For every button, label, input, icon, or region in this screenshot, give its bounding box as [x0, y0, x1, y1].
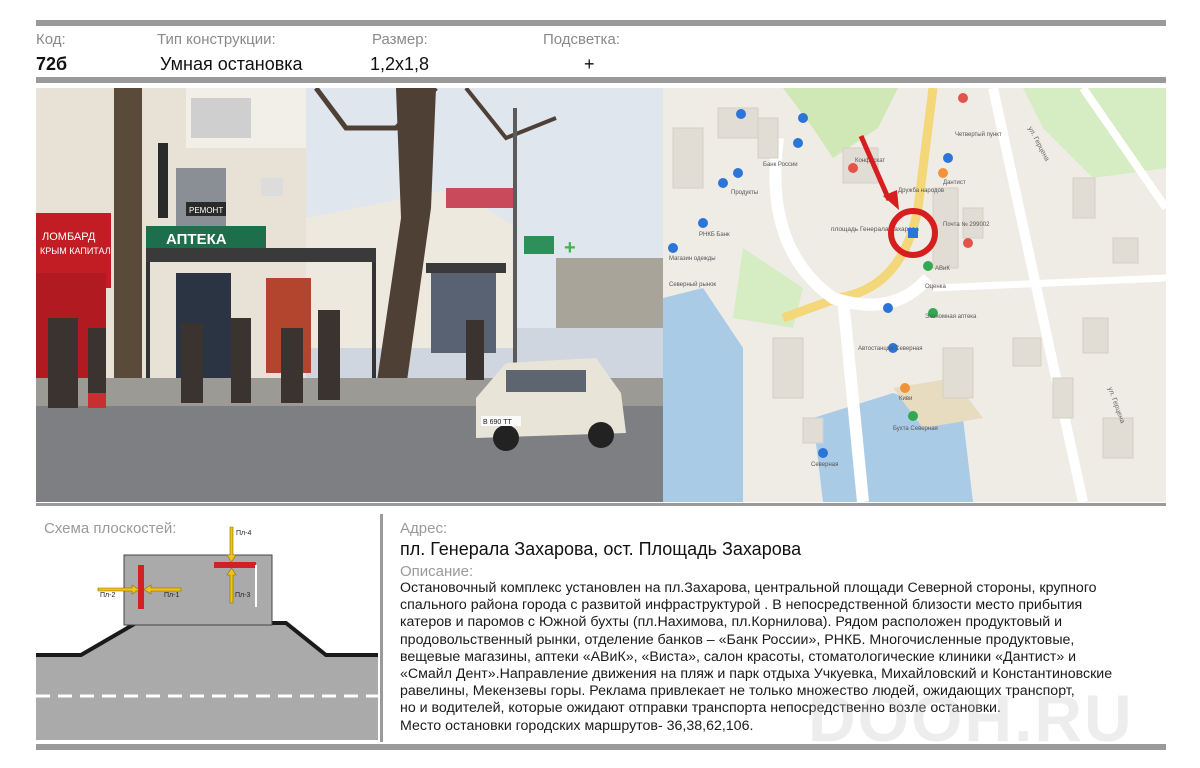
address-label: Адрес: [400, 520, 448, 537]
map-square-label: площадь Генерала Захарова [831, 226, 919, 233]
shop-apteka-text: АПТЕКА [166, 231, 227, 248]
address-value: пл. Генерала Захарова, ост. Площадь Заха… [400, 539, 802, 559]
svg-text:АВиК: АВиК [935, 266, 950, 272]
svg-text:Бухта Северная: Бухта Северная [893, 426, 938, 432]
plane-2-label: Пл-2 [100, 592, 115, 599]
code-label: Код: [36, 31, 66, 48]
svg-text:Киви: Киви [899, 396, 912, 402]
svg-text:Северная: Северная [811, 462, 838, 468]
header-bottom-rule [36, 77, 1166, 83]
size-value: 1,2х1,8 [370, 54, 430, 74]
svg-text:Оценка: Оценка [925, 284, 946, 290]
light-label: Подсветка: [543, 31, 620, 48]
size-label: Размер: [372, 31, 428, 48]
svg-text:РНКБ Банк: РНКБ Банк [699, 232, 730, 238]
plane-4-label: Пл-4 [236, 530, 251, 537]
top-rule [36, 20, 1166, 26]
svg-text:Магазин одежды: Магазин одежды [669, 256, 716, 262]
svg-text:Продукты: Продукты [731, 190, 758, 196]
svg-text:Четвертый пункт: Четвертый пункт [955, 131, 1002, 138]
svg-text:Дружба народов: Дружба народов [898, 188, 944, 194]
type-label: Тип конструкции: [157, 31, 276, 48]
svg-text:Автостанция Северная: Автостанция Северная [858, 346, 922, 352]
svg-text:Банк России: Банк России [763, 162, 798, 168]
vertical-divider [380, 514, 383, 742]
code-value: 72б [36, 54, 68, 74]
bus-stop-photo: ЛОМБАРД КРЫМ КАПИТАЛ АПТЕКА РЕМОНТ + В 6… [36, 88, 663, 502]
svg-text:Северный рынок: Северный рынок [669, 281, 716, 288]
shop-lombard-text: ЛОМБАРД [42, 231, 96, 243]
svg-text:Почта № 299002: Почта № 299002 [943, 221, 990, 228]
plane-3-label: Пл-3 [235, 592, 250, 599]
car-plate: В 690 ТТ [483, 419, 513, 426]
section-rule [36, 503, 1166, 506]
svg-text:+: + [564, 237, 576, 259]
svg-text:Дантист: Дантист [943, 180, 966, 186]
shop-remont-text: РЕМОНТ [189, 206, 223, 215]
description-label: Описание: [400, 563, 474, 580]
svg-text:Экономная аптека: Экономная аптека [925, 314, 977, 320]
description-text: Остановочный комплекс установлен на пл.З… [400, 580, 1113, 734]
location-map[interactable]: площадь Генерала Захарова Конфискат Банк… [663, 88, 1166, 502]
bottom-rule [36, 744, 1166, 750]
plane-1-label: Пл-1 [164, 592, 179, 599]
scheme-title: Схема плоскостей: [44, 520, 177, 537]
shop-krym-text: КРЫМ КАПИТАЛ [40, 246, 111, 256]
planes-scheme: Пл-2 Пл-1 Пл-3 Пл-4 [36, 515, 378, 740]
type-value: Умная остановка [160, 54, 303, 74]
light-value: + [584, 54, 595, 74]
